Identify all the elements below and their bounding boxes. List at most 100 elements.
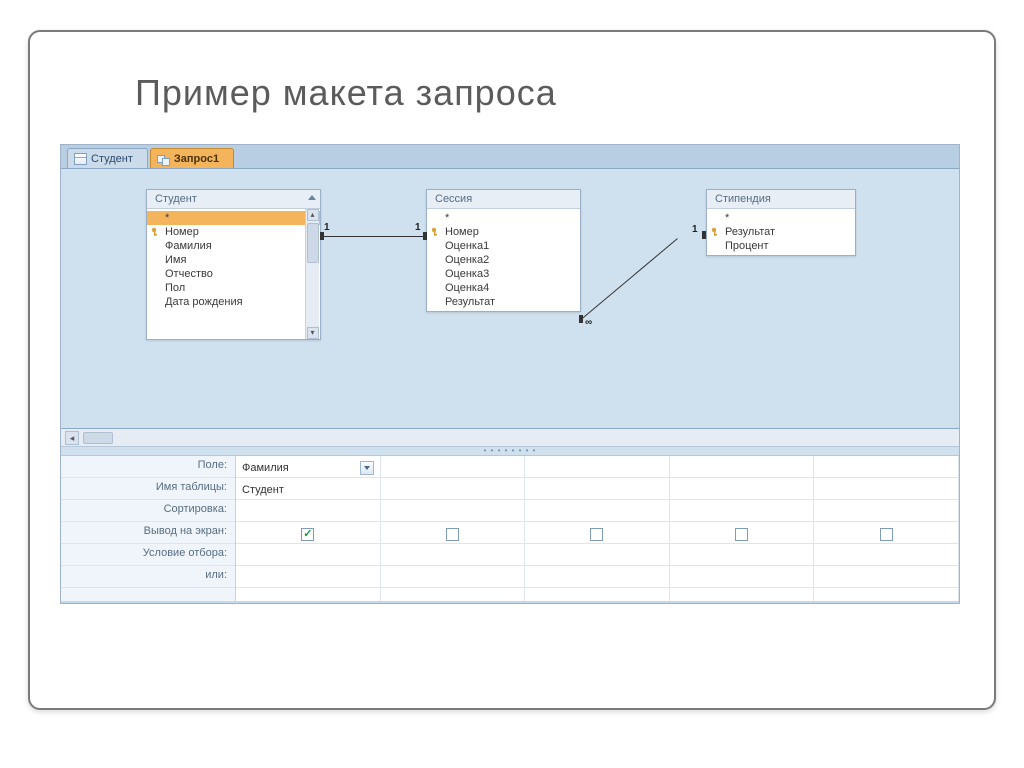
tab-label: Запрос1 — [174, 153, 219, 165]
cell-field[interactable] — [381, 456, 525, 478]
cell-table[interactable] — [670, 478, 814, 500]
cell-show[interactable] — [381, 522, 525, 544]
cell-table[interactable]: Студент — [236, 478, 380, 500]
field-row[interactable]: Имя — [147, 253, 320, 267]
field-row[interactable]: Оценка1 — [427, 239, 580, 253]
cell-criteria[interactable] — [525, 544, 669, 566]
cell-criteria[interactable] — [381, 544, 525, 566]
grid-row-labels: Поле: Имя таблицы: Сортировка: Вывод на … — [61, 456, 236, 601]
field-row[interactable]: Фамилия — [147, 239, 320, 253]
field-star[interactable]: * — [707, 211, 855, 225]
cell-sort[interactable] — [525, 500, 669, 522]
grid-column: Фамилия Студент — [236, 456, 381, 601]
query-design-grid: Поле: Имя таблицы: Сортировка: Вывод на … — [61, 455, 959, 601]
entity-title[interactable]: Стипендия — [707, 190, 855, 209]
primary-key-icon — [711, 227, 721, 237]
tab-student-table[interactable]: Студент — [67, 148, 148, 168]
join-node — [579, 315, 583, 323]
field-row[interactable]: Оценка2 — [427, 253, 580, 267]
cell-field[interactable] — [814, 456, 958, 478]
cell-sort[interactable] — [814, 500, 958, 522]
field-star[interactable]: * — [427, 211, 580, 225]
field-row[interactable]: Номер — [147, 225, 320, 239]
cell-show[interactable] — [670, 522, 814, 544]
query-icon — [157, 153, 170, 165]
cell-show[interactable] — [525, 522, 669, 544]
cell-table[interactable] — [381, 478, 525, 500]
entity-stipend[interactable]: Стипендия * Результат Процент — [706, 189, 856, 256]
cell-field[interactable]: Фамилия — [236, 456, 380, 478]
row-label-field: Поле: — [61, 456, 235, 478]
join-node — [423, 232, 427, 240]
entity-title[interactable]: Сессия — [427, 190, 580, 209]
field-row[interactable]: Результат — [707, 225, 855, 239]
scroll-thumb[interactable] — [307, 223, 319, 263]
field-row[interactable]: Результат — [427, 295, 580, 309]
grid-column — [525, 456, 670, 601]
cell-criteria[interactable] — [814, 544, 958, 566]
scroll-up-button[interactable]: ▴ — [307, 209, 319, 221]
scroll-thumb[interactable] — [83, 432, 113, 444]
row-label-or: или: — [61, 566, 235, 588]
cell-or[interactable] — [814, 566, 958, 588]
cell-criteria[interactable] — [670, 544, 814, 566]
slide-frame: Пример макета запроса Студент Запрос1 Ст… — [28, 30, 996, 710]
cell-or[interactable] — [236, 566, 380, 588]
join-node — [702, 231, 706, 239]
grid-columns: Фамилия Студент — [236, 456, 959, 601]
access-query-design-window: Студент Запрос1 Студент * Номер Фамилия — [60, 144, 960, 604]
cell-table[interactable] — [814, 478, 958, 500]
field-row[interactable]: Оценка4 — [427, 281, 580, 295]
cell-show[interactable] — [814, 522, 958, 544]
entity-scrollbar[interactable]: ▴ ▾ — [305, 209, 319, 339]
cardinality-right: 1 — [692, 224, 698, 235]
cell-sort[interactable] — [236, 500, 380, 522]
primary-key-icon — [151, 227, 161, 237]
relationship-diagram[interactable]: Студент * Номер Фамилия Имя Отчество Пол… — [61, 169, 959, 429]
scroll-left-button[interactable]: ◂ — [65, 431, 79, 445]
tab-label: Студент — [91, 153, 133, 165]
field-row[interactable]: Дата рождения — [147, 295, 320, 309]
row-label-table: Имя таблицы: — [61, 478, 235, 500]
show-checkbox[interactable] — [880, 528, 893, 541]
field-row[interactable]: Оценка3 — [427, 267, 580, 281]
cardinality-left: 1 — [324, 222, 330, 233]
field-row[interactable]: Процент — [707, 239, 855, 253]
cell-sort[interactable] — [670, 500, 814, 522]
field-star[interactable]: * — [147, 211, 320, 225]
show-checkbox[interactable] — [735, 528, 748, 541]
cell-sort[interactable] — [381, 500, 525, 522]
primary-key-icon — [431, 227, 441, 237]
pane-splitter[interactable]: • • • • • • • • — [61, 447, 959, 455]
grid-column — [814, 456, 959, 601]
cell-criteria[interactable] — [236, 544, 380, 566]
row-label-show: Вывод на экран: — [61, 522, 235, 544]
cardinality-right: 1 — [415, 222, 421, 233]
entity-title[interactable]: Студент — [147, 190, 320, 209]
field-row[interactable]: Пол — [147, 281, 320, 295]
cell-or[interactable] — [670, 566, 814, 588]
cell-table[interactable] — [525, 478, 669, 500]
dropdown-arrow-icon[interactable] — [360, 461, 374, 475]
show-checkbox[interactable] — [590, 528, 603, 541]
cell-field[interactable] — [670, 456, 814, 478]
relationship-line[interactable] — [581, 238, 678, 320]
field-row[interactable]: Отчество — [147, 267, 320, 281]
grid-column — [381, 456, 526, 601]
cell-or[interactable] — [525, 566, 669, 588]
cell-show[interactable] — [236, 522, 380, 544]
cell-field[interactable] — [525, 456, 669, 478]
cell-or[interactable] — [381, 566, 525, 588]
entity-session[interactable]: Сессия * Номер Оценка1 Оценка2 Оценка3 О… — [426, 189, 581, 312]
field-row[interactable]: Номер — [427, 225, 580, 239]
entity-student[interactable]: Студент * Номер Фамилия Имя Отчество Пол… — [146, 189, 321, 340]
show-checkbox[interactable] — [301, 528, 314, 541]
grid-column — [670, 456, 815, 601]
row-label-sort: Сортировка: — [61, 500, 235, 522]
diagram-hscrollbar[interactable]: ◂ — [61, 429, 959, 447]
scroll-down-button[interactable]: ▾ — [307, 327, 319, 339]
relationship-line[interactable] — [321, 236, 426, 237]
row-label-criteria: Условие отбора: — [61, 544, 235, 566]
show-checkbox[interactable] — [446, 528, 459, 541]
tab-query1[interactable]: Запрос1 — [150, 148, 234, 168]
